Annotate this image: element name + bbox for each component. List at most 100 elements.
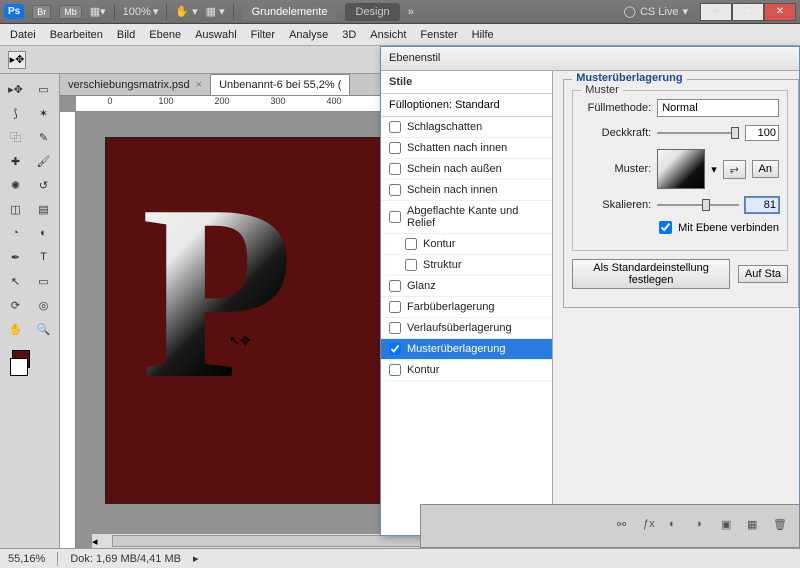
pattern-dropdown-icon[interactable]: ▾ bbox=[711, 163, 717, 176]
scroll-left-icon[interactable]: ◂ bbox=[92, 535, 98, 548]
crop-tool[interactable]: ⿻ bbox=[3, 126, 29, 148]
checkbox[interactable] bbox=[389, 163, 401, 175]
effect-drop-shadow[interactable]: Schlagschatten bbox=[381, 117, 552, 138]
marquee-tool[interactable]: ▭ bbox=[31, 78, 57, 100]
trash-icon[interactable]: 🗑 bbox=[773, 518, 789, 534]
healing-tool[interactable]: ✚ bbox=[3, 150, 29, 172]
opacity-slider[interactable] bbox=[657, 132, 739, 134]
blend-options-row[interactable]: Fülloptionen: Standard bbox=[381, 94, 552, 117]
workspace-more[interactable]: » bbox=[408, 6, 414, 18]
menu-ansicht[interactable]: Ansicht bbox=[370, 29, 406, 41]
checkbox[interactable] bbox=[389, 142, 401, 154]
scale-slider[interactable] bbox=[657, 204, 739, 206]
dodge-tool[interactable]: ◐ bbox=[31, 222, 57, 244]
effect-bevel[interactable]: Abgeflachte Kante und Relief bbox=[381, 201, 552, 234]
mask-icon[interactable]: ◐ bbox=[669, 518, 685, 534]
scale-input[interactable]: 81 bbox=[745, 197, 779, 213]
checkbox[interactable] bbox=[389, 211, 401, 223]
move-tool-icon[interactable]: ▸✥ bbox=[8, 51, 26, 69]
effect-bevel-contour[interactable]: Kontur bbox=[381, 234, 552, 255]
menu-bild[interactable]: Bild bbox=[117, 29, 135, 41]
eraser-tool[interactable]: ◫ bbox=[3, 198, 29, 220]
grid-icon[interactable]: ▦ ▾ bbox=[206, 5, 225, 18]
zoom-tool[interactable]: 🔍 bbox=[31, 318, 57, 340]
screen-mode-dropdown[interactable]: ▦▾ bbox=[90, 5, 106, 18]
opacity-input[interactable]: 100 bbox=[745, 125, 779, 141]
stamp-tool[interactable]: ✺ bbox=[3, 174, 29, 196]
brush-tool[interactable]: 🖌 bbox=[31, 150, 57, 172]
snap-to-origin-button[interactable]: ⥅ bbox=[723, 160, 746, 179]
lasso-tool[interactable]: ⟆ bbox=[3, 102, 29, 124]
checkbox[interactable] bbox=[389, 280, 401, 292]
effect-outer-glow[interactable]: Schein nach außen bbox=[381, 159, 552, 180]
hand-icon[interactable]: ✋ ▾ bbox=[175, 5, 197, 18]
cslive-label[interactable]: CS Live bbox=[640, 6, 679, 18]
menu-bearbeiten[interactable]: Bearbeiten bbox=[50, 29, 103, 41]
menu-filter[interactable]: Filter bbox=[251, 29, 275, 41]
3d-tool[interactable]: ⟳ bbox=[3, 294, 29, 316]
reset-default-button[interactable]: Auf Sta bbox=[738, 265, 788, 283]
menu-hilfe[interactable]: Hilfe bbox=[472, 29, 494, 41]
pen-tool[interactable]: ✒ bbox=[3, 246, 29, 268]
status-chevron-icon[interactable]: ▸ bbox=[193, 552, 199, 565]
link-layer-checkbox[interactable] bbox=[659, 221, 672, 234]
close-button[interactable]: ✕ bbox=[764, 3, 796, 21]
new-layer-icon[interactable]: ▦ bbox=[747, 518, 763, 534]
effect-inner-shadow[interactable]: Schatten nach innen bbox=[381, 138, 552, 159]
workspace-design[interactable]: Design bbox=[345, 3, 399, 21]
blur-tool[interactable]: ◔ bbox=[3, 222, 29, 244]
checkbox[interactable] bbox=[389, 322, 401, 334]
path-tool[interactable]: ↖ bbox=[3, 270, 29, 292]
type-tool[interactable]: T bbox=[31, 246, 57, 268]
effect-stroke[interactable]: Kontur bbox=[381, 360, 552, 381]
checkbox[interactable] bbox=[405, 238, 417, 250]
effect-color-overlay[interactable]: Farbüberlagerung bbox=[381, 297, 552, 318]
checkbox[interactable] bbox=[389, 364, 401, 376]
effect-inner-glow[interactable]: Schein nach innen bbox=[381, 180, 552, 201]
menu-ebene[interactable]: Ebene bbox=[149, 29, 181, 41]
checkbox[interactable] bbox=[389, 301, 401, 313]
minimize-button[interactable]: ━ bbox=[700, 3, 732, 21]
checkbox[interactable] bbox=[389, 121, 401, 133]
checkbox[interactable] bbox=[405, 259, 417, 271]
checkbox[interactable] bbox=[389, 184, 401, 196]
effect-pattern-overlay[interactable]: Musterüberlagerung bbox=[381, 339, 552, 360]
tab-verschiebungsmatrix[interactable]: verschiebungsmatrix.psd× bbox=[60, 75, 211, 95]
workspace-grundelemente[interactable]: Grundelemente bbox=[242, 3, 338, 21]
adjustment-icon[interactable]: ◑ bbox=[695, 518, 711, 534]
maximize-button[interactable]: ☐ bbox=[732, 3, 764, 21]
hand-tool[interactable]: ✋ bbox=[3, 318, 29, 340]
move-tool[interactable]: ▸✥ bbox=[3, 78, 29, 100]
history-brush-tool[interactable]: ↺ bbox=[31, 174, 57, 196]
blend-mode-select[interactable]: Normal bbox=[657, 99, 779, 117]
bridge-badge[interactable]: Br bbox=[32, 5, 51, 19]
close-icon[interactable]: × bbox=[196, 79, 202, 91]
make-default-button[interactable]: Als Standardeinstellung festlegen bbox=[572, 259, 730, 289]
effect-gradient-overlay[interactable]: Verlaufsüberlagerung bbox=[381, 318, 552, 339]
styles-header[interactable]: Stile bbox=[381, 71, 552, 94]
3d-camera-tool[interactable]: ◎ bbox=[31, 294, 57, 316]
folder-icon[interactable]: ▣ bbox=[721, 518, 737, 534]
link-icon[interactable]: ⚯ bbox=[617, 518, 633, 534]
menu-auswahl[interactable]: Auswahl bbox=[195, 29, 237, 41]
checkbox[interactable] bbox=[389, 343, 401, 355]
zoom-dropdown[interactable]: 100% ▾ bbox=[123, 5, 159, 18]
zoom-level[interactable]: 55,16% bbox=[8, 553, 45, 565]
document-size[interactable]: Dok: 1,69 MB/4,41 MB bbox=[70, 553, 181, 565]
gradient-tool[interactable]: ▤ bbox=[31, 198, 57, 220]
menu-analyse[interactable]: Analyse bbox=[289, 29, 328, 41]
minibridge-badge[interactable]: Mb bbox=[59, 5, 82, 19]
menu-datei[interactable]: Datei bbox=[10, 29, 36, 41]
eyedropper-tool[interactable]: ✎ bbox=[31, 126, 57, 148]
background-color-swatch[interactable] bbox=[10, 358, 28, 376]
canvas[interactable]: P ↖✥ bbox=[106, 138, 391, 503]
cslive-chevron-icon[interactable]: ▾ bbox=[682, 5, 688, 18]
menu-3d[interactable]: 3D bbox=[342, 29, 356, 41]
dialog-title[interactable]: Ebenenstil bbox=[381, 47, 799, 71]
magic-wand-tool[interactable]: ✶ bbox=[31, 102, 57, 124]
fx-icon[interactable]: ƒx bbox=[643, 518, 659, 534]
tab-unbenannt[interactable]: Unbenannt-6 bei 55,2% ( bbox=[211, 74, 350, 95]
menu-fenster[interactable]: Fenster bbox=[420, 29, 457, 41]
effect-bevel-texture[interactable]: Struktur bbox=[381, 255, 552, 276]
shape-tool[interactable]: ▭ bbox=[31, 270, 57, 292]
